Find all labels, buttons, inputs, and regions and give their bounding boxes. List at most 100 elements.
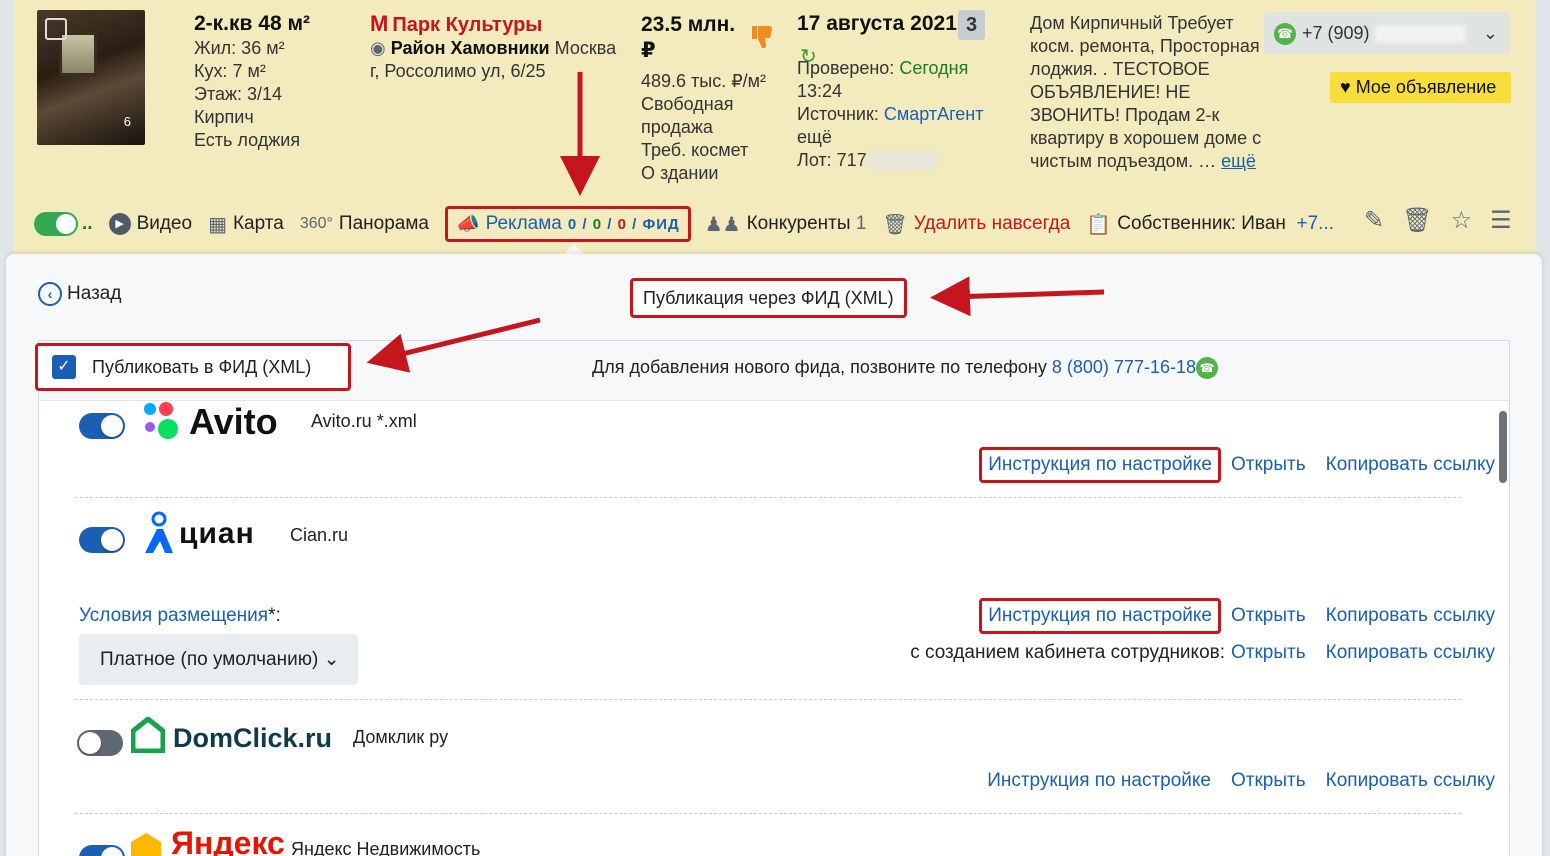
panel-title: Публикация через ФИД (XML) [630, 278, 907, 318]
card-actions: ✎ 🗑 ☆ ☰ [1364, 206, 1512, 235]
source-more[interactable]: ещё [797, 126, 1007, 149]
checked-time: 13:24 [797, 81, 843, 101]
publish-feed-checkbox[interactable]: ✓ Публиковать в ФИД (XML) [35, 343, 351, 391]
listing-params: 2-к.кв 48 м² Жил: 36 м² Кух: 7 м² Этаж: … [194, 12, 310, 152]
listing-description: Дом Кирпичный Требует косм. ремонта, Про… [1030, 12, 1270, 173]
feed-toggle-avito[interactable] [79, 413, 125, 439]
active-switch[interactable] [34, 212, 78, 236]
competitors-label: Конкуренты [746, 213, 851, 234]
refresh-icon[interactable]: ↻ [800, 44, 817, 69]
megaphone-icon: 📣 [455, 214, 480, 235]
cian-select-value: Платное (по умолчанию) [100, 649, 319, 670]
cian-open-link[interactable]: Открыть [1231, 605, 1306, 627]
whatsapp-icon[interactable]: ☎ [1196, 357, 1218, 380]
date-badge[interactable]: 3 [958, 10, 985, 40]
back-button[interactable]: ‹ Назад [38, 282, 121, 306]
competitors-button[interactable]: ♟♟ Конкуренты 1 [705, 212, 867, 237]
ads-label: Реклама [485, 213, 562, 234]
scrollbar-thumb[interactable] [1499, 411, 1507, 483]
cian-conditions-link[interactable]: Условия размещения [79, 605, 268, 626]
support-phone-link[interactable]: 8 (800) 777-16-18 [1052, 357, 1196, 377]
source-link[interactable]: СмартАгент [884, 104, 984, 124]
video-button[interactable]: ▶ Видео [108, 213, 192, 235]
kitchen-area: Кух: 7 м² [194, 61, 266, 81]
menu-icon[interactable]: ☰ [1490, 206, 1512, 235]
cian-employees-row: с созданием кабинета сотрудников: Открыть… [910, 642, 1495, 664]
clipboard-icon: 📋 [1086, 213, 1112, 236]
feed-rows: Avito Avito.ru *.xml Инструкция по настр… [39, 401, 1497, 856]
panorama-label: Панорама [338, 213, 429, 234]
cian-instruction-link[interactable]: Инструкция по настройке [979, 598, 1222, 634]
map-icon: ▦ [208, 213, 227, 236]
owner-phone-link[interactable]: +7... [1296, 213, 1334, 235]
cian-employees-label: с созданием кабинета сотрудников: [910, 642, 1226, 663]
description-text: Дом Кирпичный Требует косм. ремонта, Про… [1030, 13, 1262, 171]
archive-icon[interactable]: 🗑 [1402, 206, 1432, 235]
owner-label: Собственник: Иван [1117, 213, 1286, 234]
thumbs-down-icon[interactable] [750, 24, 774, 50]
delete-forever-button[interactable]: 🗑 Удалить навсегда [882, 212, 1070, 237]
panorama-360-icon: 360° [299, 215, 333, 232]
ads-feed-label: ФИД [642, 215, 680, 233]
currency: ₽ [641, 39, 656, 62]
feed-toggle-cian[interactable] [79, 527, 125, 553]
play-icon: ▶ [108, 213, 131, 235]
feed-list-container: ✓ Публиковать в ФИД (XML) Для добавления … [35, 340, 1510, 856]
listing-location: М Парк Культуры ◉ Район Хамовники Москва … [370, 12, 620, 83]
toggle-active[interactable]: .. [34, 212, 93, 236]
star-icon[interactable]: ☆ [1451, 206, 1473, 235]
sale-type-2: продажа [641, 117, 713, 137]
cian-conditions-star: *: [268, 605, 281, 626]
map-label: Карта [232, 213, 284, 234]
district: Район Хамовники [390, 38, 550, 58]
city: Москва [554, 38, 617, 58]
phone-dropdown[interactable]: ☎ +7 (909) ⌄ [1264, 12, 1510, 54]
feed-site-cian: Cian.ru [290, 525, 349, 545]
select-checkbox[interactable] [45, 18, 67, 40]
cian-employees-copy-link[interactable]: Копировать ссылку [1326, 642, 1495, 663]
avito-instruction-link[interactable]: Инструкция по настройке [979, 447, 1222, 483]
price-value: 23.5 млн. [641, 13, 736, 36]
domclick-instruction-link[interactable]: Инструкция по настройке [987, 770, 1211, 792]
domclick-open-link[interactable]: Открыть [1231, 770, 1306, 792]
my-ad-label: Мое объявление [1355, 77, 1497, 97]
my-ad-badge[interactable]: ♥ Мое объявление [1330, 72, 1511, 103]
extra: Есть лоджия [194, 130, 301, 150]
feed-toggle-yandex[interactable] [79, 845, 125, 856]
edit-icon[interactable]: ✎ [1364, 206, 1384, 235]
domclick-copy-link[interactable]: Копировать ссылку [1326, 770, 1495, 792]
description-more-link[interactable]: ещё [1221, 151, 1256, 171]
publish-feed-label: Публиковать в ФИД (XML) [92, 356, 312, 377]
feed-toggle-domclick[interactable] [77, 730, 123, 756]
cian-logo: циан [179, 517, 255, 550]
photo-count: 6 [123, 114, 131, 129]
cian-conditions-select[interactable]: Платное (по умолчанию) ⌄ [79, 634, 358, 685]
map-button[interactable]: ▦ Карта [208, 212, 284, 237]
living-area: Жил: 36 м² [194, 38, 285, 58]
material: Кирпич [194, 107, 254, 127]
feed-links-avito: Инструкция по настройке Открыть Копирова… [979, 447, 1495, 483]
panorama-button[interactable]: 360° Панорама [300, 213, 429, 235]
feed-list-header: ✓ Публиковать в ФИД (XML) Для добавления … [35, 341, 1509, 401]
feed-site-yandex: Яндекс Недвижимость [291, 839, 481, 856]
cian-copy-link[interactable]: Копировать ссылку [1326, 605, 1495, 627]
row-separator [75, 699, 1461, 700]
domclick-logo: DomClick.ru [173, 723, 333, 753]
people-icon: ♟♟ [704, 213, 741, 236]
toggle-dots: .. [82, 213, 93, 234]
metro-station[interactable]: М Парк Культуры [370, 12, 620, 37]
ads-button[interactable]: 📣 Реклама 0 / 0 / 0 / ФИД [444, 206, 691, 242]
cian-employees-open-link[interactable]: Открыть [1231, 642, 1306, 663]
competitors-count: 1 [855, 213, 867, 234]
avito-copy-link[interactable]: Копировать ссылку [1326, 454, 1495, 476]
pin-icon: ◉ [370, 38, 386, 58]
sale-type-1: Свободная [641, 94, 734, 114]
phone-blur [1374, 25, 1465, 44]
row-separator [75, 813, 1461, 814]
metro-icon: М [370, 11, 389, 36]
building-link[interactable]: О здании [641, 162, 781, 185]
avito-open-link[interactable]: Открыть [1231, 454, 1306, 476]
delete-label: Удалить навсегда [913, 213, 1071, 234]
listing-photo[interactable]: 6 [37, 10, 145, 145]
address: г, Россолимо ул, 6/25 [370, 61, 546, 81]
